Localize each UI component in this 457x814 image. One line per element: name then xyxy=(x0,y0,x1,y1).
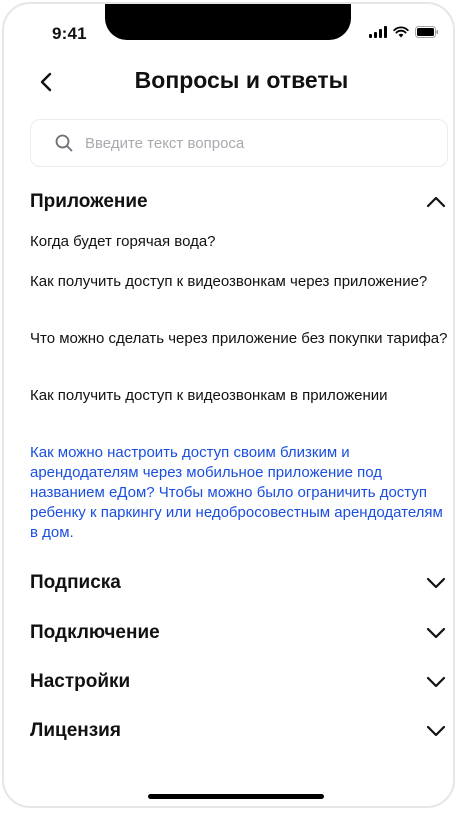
faq-item-highlighted[interactable]: Как можно настроить доступ своим близким… xyxy=(30,443,448,543)
chevron-down-icon xyxy=(426,676,446,688)
signal-icon xyxy=(369,26,387,38)
chevron-up-icon xyxy=(426,196,446,208)
status-icons xyxy=(369,26,439,38)
faq-item[interactable]: Когда будет горячая вода? xyxy=(30,232,448,252)
faq-item[interactable]: Как получить доступ к видеозвонкам в при… xyxy=(30,386,448,406)
faq-item[interactable]: Как получить доступ к видеозвонкам через… xyxy=(30,272,448,292)
chevron-down-icon xyxy=(426,627,446,639)
phone-screen: 9:41 Вопросы и ответы Введите текст вопр… xyxy=(2,2,455,808)
section-header-app[interactable]: Приложение xyxy=(30,186,448,218)
section-title: Подключение xyxy=(30,622,160,643)
section-title: Подписка xyxy=(30,572,121,593)
chevron-down-icon xyxy=(426,577,446,589)
search-icon xyxy=(55,134,73,152)
status-time: 9:41 xyxy=(52,24,87,43)
section-header-settings[interactable]: Настройки xyxy=(30,666,448,698)
faq-item[interactable]: Что можно сделать через приложение без п… xyxy=(30,329,448,349)
chevron-down-icon xyxy=(426,725,446,737)
battery-icon xyxy=(415,26,439,38)
section-title: Настройки xyxy=(30,671,131,692)
header: Вопросы и ответы xyxy=(4,62,453,102)
home-indicator xyxy=(148,794,324,799)
wifi-icon xyxy=(393,26,409,38)
section-header-connection[interactable]: Подключение xyxy=(30,617,448,649)
section-title: Лицензия xyxy=(30,720,121,741)
status-bar: 9:41 xyxy=(4,4,453,52)
section-title: Приложение xyxy=(30,191,148,212)
page-title: Вопросы и ответы xyxy=(134,67,349,93)
section-header-subscription[interactable]: Подписка xyxy=(30,567,448,599)
search-input[interactable] xyxy=(83,133,407,153)
search-box[interactable] xyxy=(30,119,448,167)
section-header-license[interactable]: Лицензия xyxy=(30,715,448,747)
notch xyxy=(105,4,351,40)
